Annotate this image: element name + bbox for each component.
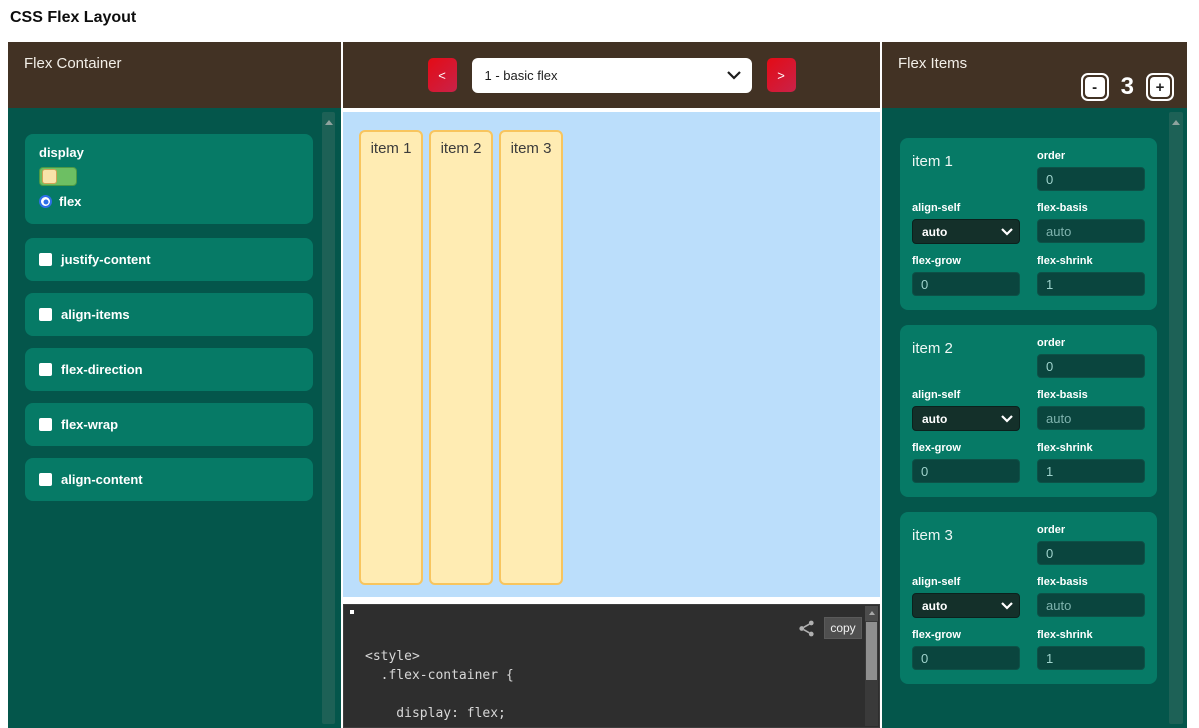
flex-grow-input[interactable] <box>912 272 1020 296</box>
option-card-align-content[interactable]: align-content <box>25 458 313 501</box>
display-toggle[interactable] <box>39 167 77 186</box>
code-scrollbar[interactable] <box>865 606 878 726</box>
option-label: align-items <box>61 307 130 322</box>
increase-items-button[interactable]: + <box>1146 73 1174 101</box>
code-line: <style> <box>365 647 514 666</box>
option-card-align-items[interactable]: align-items <box>25 293 313 336</box>
order-input[interactable] <box>1037 354 1145 378</box>
flex-grow-label: flex-grow <box>912 255 1020 267</box>
item-card-title: item 1 <box>912 150 1020 202</box>
align-self-label: align-self <box>912 202 1020 214</box>
flex-items-panel-body: item 1 order align-self auto flex-basis <box>882 108 1187 728</box>
flex-grow-input[interactable] <box>912 459 1020 483</box>
item-card-title: item 3 <box>912 524 1020 576</box>
decrease-items-button[interactable]: - <box>1081 73 1109 101</box>
justify-content-checkbox[interactable] <box>39 253 52 266</box>
flex-preview-container: item 1 item 2 item 3 <box>343 112 880 597</box>
flex-items-panel-header: Flex Items - 3 + <box>882 42 1187 108</box>
flex-shrink-input[interactable] <box>1037 646 1145 670</box>
item-card-3: item 3 order align-self auto flex-basis <box>900 512 1157 684</box>
flex-items-panel: Flex Items - 3 + item 1 order align-self… <box>882 42 1187 728</box>
align-self-select[interactable]: auto <box>912 219 1020 244</box>
example-select[interactable]: 1 - basic flex <box>472 58 752 93</box>
share-icon[interactable] <box>797 619 816 638</box>
order-label: order <box>1037 337 1145 349</box>
code-line: display: flex; <box>365 704 514 723</box>
flex-basis-input[interactable] <box>1037 219 1145 243</box>
align-items-checkbox[interactable] <box>39 308 52 321</box>
copy-button[interactable]: copy <box>824 617 862 639</box>
right-panel-scrollbar[interactable] <box>1169 112 1183 724</box>
preview-flex-item-3: item 3 <box>499 130 563 585</box>
flex-radio[interactable] <box>39 195 52 208</box>
align-self-select[interactable]: auto <box>912 593 1020 618</box>
flex-shrink-label: flex-shrink <box>1037 255 1145 267</box>
option-label: flex-wrap <box>61 417 118 432</box>
option-card-justify-content[interactable]: justify-content <box>25 238 313 281</box>
option-card-flex-direction[interactable]: flex-direction <box>25 348 313 391</box>
left-panel-scrollbar[interactable] <box>322 112 335 724</box>
align-self-select[interactable]: auto <box>912 406 1020 431</box>
scroll-up-arrow-icon[interactable] <box>1172 120 1180 125</box>
flex-shrink-label: flex-shrink <box>1037 629 1145 641</box>
code-panel-marker <box>350 610 354 614</box>
display-option-card[interactable]: display flex <box>25 134 313 224</box>
option-label: align-content <box>61 472 143 487</box>
item-card-title: item 2 <box>912 337 1020 389</box>
item-card-1: item 1 order align-self auto flex-basis <box>900 138 1157 310</box>
flex-container-panel-title: Flex Container <box>24 55 122 72</box>
scroll-up-arrow-icon[interactable] <box>865 606 878 621</box>
flex-container-panel-header: Flex Container <box>8 42 341 108</box>
flex-basis-label: flex-basis <box>1037 576 1145 588</box>
code-panel: <style> .flex-container { display: flex;… <box>343 604 880 728</box>
item-count: 3 <box>1121 73 1134 101</box>
preview-flex-item-2: item 2 <box>429 130 493 585</box>
flex-shrink-input[interactable] <box>1037 459 1145 483</box>
code-line <box>365 685 514 704</box>
flex-grow-input[interactable] <box>912 646 1020 670</box>
order-label: order <box>1037 524 1145 536</box>
page-title: CSS Flex Layout <box>10 9 136 27</box>
flex-direction-checkbox[interactable] <box>39 363 52 376</box>
flex-basis-input[interactable] <box>1037 593 1145 617</box>
flex-container-panel: Flex Container display flex justify-cont… <box>8 42 341 728</box>
prev-example-button[interactable]: < <box>428 58 457 92</box>
preview-flex-item-1: item 1 <box>359 130 423 585</box>
flex-grow-label: flex-grow <box>912 629 1020 641</box>
code-block: <style> .flex-container { display: flex; <box>365 647 514 723</box>
example-nav-bar: < 1 - basic flex > <box>343 42 880 108</box>
flex-shrink-label: flex-shrink <box>1037 442 1145 454</box>
flex-grow-label: flex-grow <box>912 442 1020 454</box>
flex-shrink-input[interactable] <box>1037 272 1145 296</box>
item-count-stepper: - 3 + <box>1081 73 1174 101</box>
option-card-flex-wrap[interactable]: flex-wrap <box>25 403 313 446</box>
example-select-wrap: 1 - basic flex <box>472 58 752 93</box>
flex-items-panel-title: Flex Items <box>898 55 967 72</box>
order-input[interactable] <box>1037 541 1145 565</box>
align-content-checkbox[interactable] <box>39 473 52 486</box>
display-option-label: display <box>39 145 299 160</box>
scrollbar-thumb[interactable] <box>866 622 877 680</box>
toggle-knob <box>42 169 57 184</box>
next-example-button[interactable]: > <box>767 58 796 92</box>
flex-wrap-checkbox[interactable] <box>39 418 52 431</box>
align-self-label: align-self <box>912 389 1020 401</box>
flex-basis-input[interactable] <box>1037 406 1145 430</box>
display-flex-radio-row: flex <box>39 194 299 209</box>
flex-basis-label: flex-basis <box>1037 202 1145 214</box>
option-label: flex-direction <box>61 362 143 377</box>
scroll-up-arrow-icon[interactable] <box>325 120 333 125</box>
order-input[interactable] <box>1037 167 1145 191</box>
align-self-label: align-self <box>912 576 1020 588</box>
item-card-2: item 2 order align-self auto flex-basis <box>900 325 1157 497</box>
flex-radio-label: flex <box>59 194 81 209</box>
app-root: CSS Flex Layout Flex Container display f… <box>0 0 1199 728</box>
code-line: .flex-container { <box>365 666 514 685</box>
option-label: justify-content <box>61 252 151 267</box>
flex-container-panel-body: display flex justify-content align-items… <box>8 108 341 728</box>
flex-basis-label: flex-basis <box>1037 389 1145 401</box>
order-label: order <box>1037 150 1145 162</box>
